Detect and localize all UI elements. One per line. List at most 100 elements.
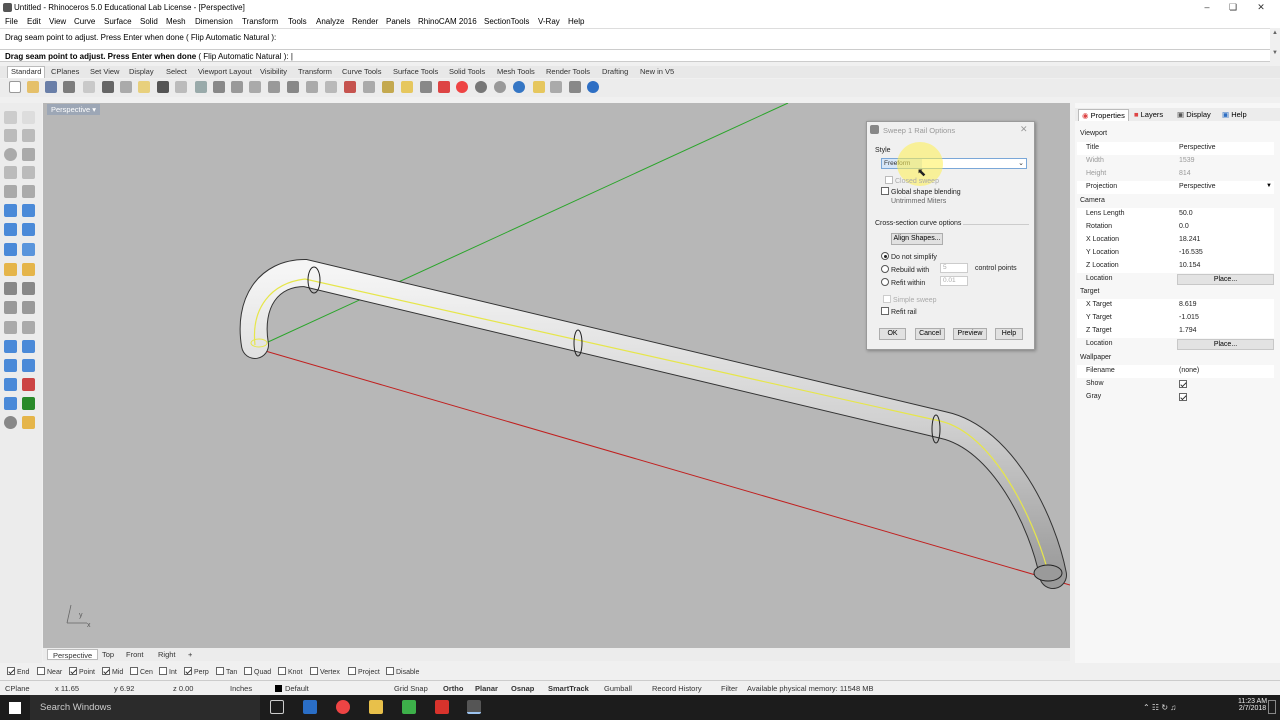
menu-help[interactable]: Help xyxy=(568,17,584,26)
tab-viewport-layout[interactable]: Viewport Layout xyxy=(198,67,252,76)
tab-drafting[interactable]: Drafting xyxy=(602,67,628,76)
rebuild-points-input[interactable]: 5 xyxy=(940,263,968,273)
camera-place-button[interactable]: Place... xyxy=(1177,274,1274,285)
osnap-knot[interactable]: Knot xyxy=(278,667,302,676)
tab-mesh-tools[interactable]: Mesh Tools xyxy=(497,67,535,76)
gumball-toggle[interactable]: Gumball xyxy=(604,684,632,693)
point-icon[interactable] xyxy=(22,111,35,124)
do-not-simplify-option[interactable]: Do not simplify xyxy=(881,252,937,261)
menu-sectiontools[interactable]: SectionTools xyxy=(484,17,529,26)
menu-rhinocam[interactable]: RhinoCAM 2016 xyxy=(418,17,477,26)
tab-standard[interactable]: Standard xyxy=(7,66,46,78)
extrude-icon[interactable] xyxy=(22,204,35,217)
smarttrack-toggle[interactable]: SmartTrack xyxy=(548,684,589,693)
menu-tools[interactable]: Tools xyxy=(288,17,307,26)
osnap-point[interactable]: Point xyxy=(69,667,95,676)
osnap-vertex[interactable]: Vertex xyxy=(310,667,340,676)
tray-icons[interactable]: ⌃ ☷ ↻ ♫ xyxy=(1143,703,1176,712)
layer-selector[interactable]: Default xyxy=(275,684,309,693)
mesh-icon[interactable] xyxy=(4,243,17,256)
text-icon[interactable] xyxy=(22,282,35,295)
prop-z-target-row[interactable]: Z Target 1.794 xyxy=(1077,325,1274,338)
paste-icon[interactable] xyxy=(138,81,150,93)
offset-icon[interactable] xyxy=(22,321,35,334)
import-icon[interactable] xyxy=(83,81,95,93)
solid-box-icon[interactable] xyxy=(4,223,17,236)
refit-rail-option[interactable]: Refit rail xyxy=(881,307,917,316)
panel-tab-help[interactable]: ▣ Help xyxy=(1219,109,1250,121)
tools-icon[interactable] xyxy=(569,81,581,93)
arc-icon[interactable] xyxy=(22,148,35,161)
menu-render[interactable]: Render xyxy=(352,17,378,26)
gumball-icon[interactable] xyxy=(4,263,17,276)
prop-y-location-row[interactable]: Y Location -16.535 xyxy=(1077,247,1274,260)
command-line[interactable]: Drag seam point to adjust. Press Enter w… xyxy=(0,49,1270,62)
object-properties-icon[interactable] xyxy=(456,81,468,93)
cancel-button[interactable]: Cancel xyxy=(915,328,945,340)
minimize-button[interactable]: – xyxy=(1193,0,1221,15)
copy-object-icon[interactable] xyxy=(382,81,394,93)
analyze-icon[interactable] xyxy=(4,301,17,314)
lock-icon[interactable] xyxy=(420,81,432,93)
menu-panels[interactable]: Panels xyxy=(386,17,410,26)
osnap-toggle[interactable]: Osnap xyxy=(511,684,534,693)
prop-projection-row[interactable]: Projection Perspective ▼ xyxy=(1077,181,1274,194)
solid-tools-icon[interactable] xyxy=(22,223,35,236)
zoom-extents-icon[interactable] xyxy=(249,81,261,93)
simple-sweep-option[interactable]: Simple sweep xyxy=(883,295,937,304)
tab-visibility[interactable]: Visibility xyxy=(260,67,287,76)
cut-icon[interactable] xyxy=(102,81,114,93)
tab-set-view[interactable]: Set View xyxy=(90,67,119,76)
undo-view-icon[interactable] xyxy=(287,81,299,93)
file-explorer-icon[interactable] xyxy=(369,700,383,714)
array-icon[interactable] xyxy=(4,378,17,391)
undo-icon[interactable] xyxy=(157,81,169,93)
prop-x-target-row[interactable]: X Target 8.619 xyxy=(1077,299,1274,312)
tab-display[interactable]: Display xyxy=(129,67,154,76)
tab-new-in-v5[interactable]: New in V5 xyxy=(640,67,674,76)
rebuild-with-option[interactable]: Rebuild with xyxy=(881,265,929,274)
ok-button[interactable]: OK xyxy=(879,328,906,340)
zoom-window-icon[interactable] xyxy=(231,81,243,93)
move-icon[interactable] xyxy=(363,81,375,93)
trim-icon[interactable] xyxy=(4,340,17,353)
menu-file[interactable]: File xyxy=(5,17,18,26)
polyline-icon[interactable] xyxy=(4,129,17,142)
notification-icon[interactable] xyxy=(1268,700,1276,714)
preview-button[interactable]: Preview xyxy=(953,328,987,340)
menu-edit[interactable]: Edit xyxy=(27,17,41,26)
shaded-sphere-icon[interactable] xyxy=(494,81,506,93)
task-view-icon[interactable] xyxy=(270,700,284,714)
view-tab-top[interactable]: Top xyxy=(97,649,119,660)
pan-icon[interactable] xyxy=(175,81,187,93)
surface-icon[interactable] xyxy=(4,204,17,217)
save-icon[interactable] xyxy=(45,81,57,93)
outlook-icon[interactable] xyxy=(303,700,317,714)
transform-icon[interactable] xyxy=(22,263,35,276)
menu-view[interactable]: View xyxy=(49,17,66,26)
maximize-button[interactable]: ❏ xyxy=(1219,0,1247,15)
menu-mesh[interactable]: Mesh xyxy=(166,17,186,26)
tab-cplanes[interactable]: CPlanes xyxy=(51,67,79,76)
rhino-taskbar-icon[interactable] xyxy=(467,700,481,714)
osnap-project[interactable]: Project xyxy=(348,667,380,676)
menu-transform[interactable]: Transform xyxy=(242,17,278,26)
view-tab-perspective[interactable]: Perspective xyxy=(47,649,99,660)
panel-tab-layers[interactable]: ■ Layers xyxy=(1131,109,1166,121)
taskbar-search[interactable]: Search Windows xyxy=(30,695,260,720)
grid-icon[interactable] xyxy=(306,81,318,93)
prop-z-location-row[interactable]: Z Location 10.154 xyxy=(1077,260,1274,273)
distance-icon[interactable] xyxy=(22,301,35,314)
open-file-icon[interactable] xyxy=(27,81,39,93)
render-mesh-icon[interactable] xyxy=(22,243,35,256)
select-arrow-icon[interactable] xyxy=(4,111,17,124)
tab-select[interactable]: Select xyxy=(166,67,187,76)
prop-title-row[interactable]: Title Perspective xyxy=(1077,142,1274,155)
osnap-cen[interactable]: Cen xyxy=(130,667,153,676)
cplane-icon[interactable] xyxy=(325,81,337,93)
prop-lens-row[interactable]: Lens Length 50.0 xyxy=(1077,208,1274,221)
camtasia-red-icon[interactable] xyxy=(435,700,449,714)
sphere-tool-icon[interactable] xyxy=(4,416,17,429)
chrome-icon[interactable] xyxy=(336,700,350,714)
menu-curve[interactable]: Curve xyxy=(74,17,95,26)
